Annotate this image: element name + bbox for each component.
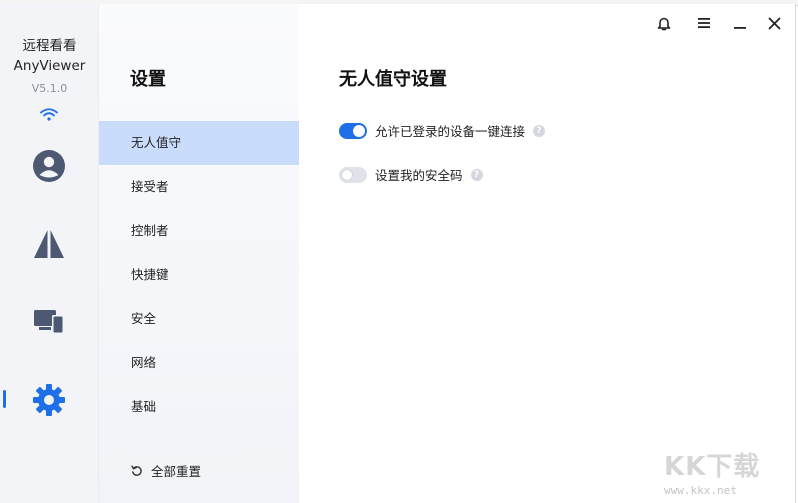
nav-title: 设置 [130,69,166,90]
app-name: 远程看看 AnyViewer [0,36,99,76]
hamburger-menu-icon [698,18,710,28]
notifications-button[interactable] [655,14,673,32]
help-icon[interactable]: ? [470,168,483,181]
setting-row-one-click-connect: 允许已登录的设备一键连接 ? [339,121,546,140]
app-name-cn: 远程看看 [22,38,77,54]
reset-icon [131,465,142,476]
watermark: KK下载 www.kkx.net [664,446,774,497]
reset-all-label: 全部重置 [151,464,202,479]
gear-icon [33,384,65,416]
close-button[interactable] [765,14,783,32]
bell-icon [657,17,671,30]
nav-item-basic[interactable]: 基础 [99,385,299,429]
rail-user-button[interactable] [31,148,67,184]
rail-active-indicator [3,390,6,408]
user-icon [33,150,65,182]
rail-devices-button[interactable] [31,303,67,339]
watermark-logo: KK下载 [664,452,761,482]
left-rail: 远程看看 AnyViewer V5.1.0 [0,4,99,503]
one-click-connect-label: 允许已登录的设备一键连接 [375,124,526,139]
rail-settings-button[interactable] [31,382,67,418]
main-panel: 无人值守设置 允许已登录的设备一键连接 ? 设置我的安全码 ? [299,4,796,503]
menu-button[interactable] [695,14,713,32]
nav-item-controller[interactable]: 控制者 [99,209,299,253]
app-name-en: AnyViewer [13,58,86,74]
one-click-connect-toggle[interactable] [339,122,367,139]
rail-connect-button[interactable] [31,226,67,262]
page-title: 无人值守设置 [339,69,447,90]
security-code-label: 设置我的安全码 [375,168,463,183]
watermark-url: www.kkx.net [664,484,737,497]
setting-row-security-code: 设置我的安全码 ? [339,165,483,184]
nav-item-unattended[interactable]: 无人值守 [99,121,299,165]
devices-icon [34,310,64,334]
app-window: 远程看看 AnyViewer V5.1.0 设置 无人值守 接受者 控制者 快捷… [0,4,796,503]
reset-all-button[interactable]: 全部重置 [131,461,201,480]
nav-list: 无人值守 接受者 控制者 快捷键 安全 网络 基础 [99,121,299,429]
settings-nav: 设置 无人值守 接受者 控制者 快捷键 安全 网络 基础 全部重置 [99,4,299,503]
wifi-icon [40,108,58,121]
toggle-knob [353,124,365,137]
security-code-toggle[interactable] [339,166,367,183]
nav-item-shortcuts[interactable]: 快捷键 [99,253,299,297]
nav-item-receiver[interactable]: 接受者 [99,165,299,209]
nav-item-network[interactable]: 网络 [99,341,299,385]
nav-item-security[interactable]: 安全 [99,297,299,341]
toggle-knob [341,168,353,181]
close-icon [768,17,780,29]
connect-icon [34,230,64,258]
app-version: V5.1.0 [31,82,68,95]
help-icon[interactable]: ? [533,124,546,137]
minimize-button[interactable] [731,14,749,32]
minimize-icon [734,27,746,29]
